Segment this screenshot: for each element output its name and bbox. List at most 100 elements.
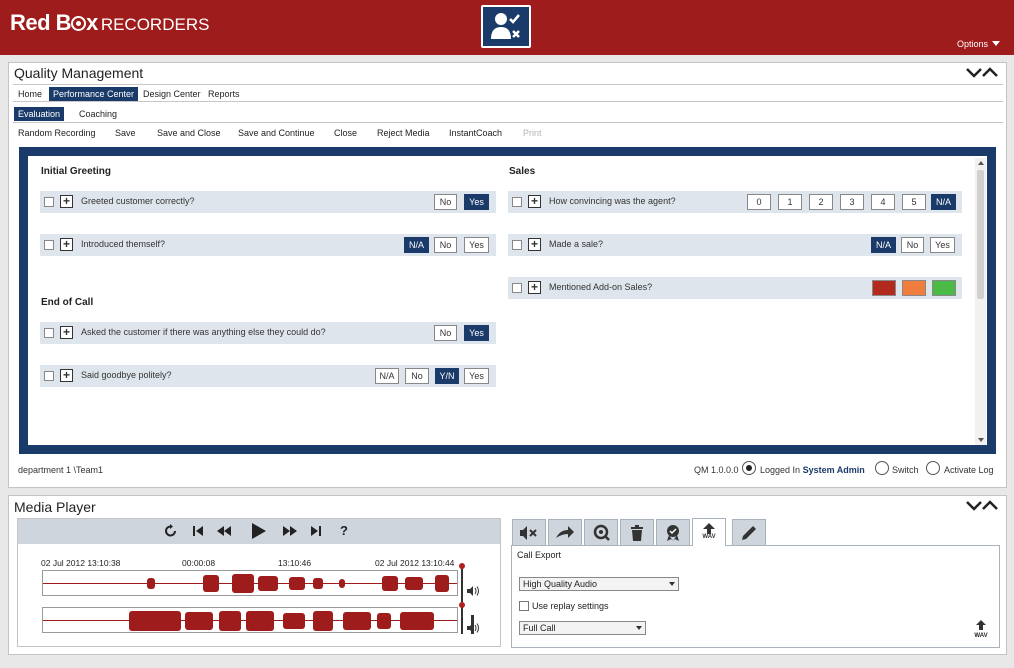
logged-in-status: Logged In System Admin [760,465,865,475]
replay-icon[interactable] [163,523,179,539]
wav-export-label: WAV [974,633,988,639]
rating-5-button[interactable]: 5 [902,194,926,210]
upload-arrow-icon [703,523,715,534]
question-checkbox[interactable] [44,197,54,207]
question-checkbox[interactable] [512,283,522,293]
volume-icon[interactable] [466,622,480,634]
question-checkbox[interactable] [512,240,522,250]
expand-plus-icon[interactable]: + [60,326,73,339]
scroll-thumb[interactable] [977,170,984,299]
answer-yes-button[interactable]: Yes [464,194,489,210]
audio-settings-icon[interactable] [512,519,546,545]
switch-radio[interactable] [875,461,889,475]
answer-yes-button[interactable]: Yes [930,237,955,253]
expand-plus-icon[interactable]: + [60,369,73,382]
close-button[interactable]: Close [334,128,357,138]
fast-forward-icon[interactable] [282,523,298,539]
tab-evaluation[interactable]: Evaluation [14,107,65,121]
nav-home[interactable]: Home [14,87,46,101]
evaluation-form: Initial Greeting Sales End of Call + Gre… [19,147,996,454]
playhead-channel-2[interactable] [461,604,463,634]
playhead-marker[interactable] [459,602,465,608]
search-icon[interactable] [584,519,618,545]
rating-orange-button[interactable] [902,280,926,296]
wav-tab-label: WAV [702,534,716,540]
scroll-up-icon[interactable] [978,161,984,165]
edit-icon[interactable] [732,519,766,545]
forward-icon[interactable] [548,519,582,545]
waveform-channel-2[interactable] [42,607,458,633]
scroll-down-icon[interactable] [978,438,984,442]
expand-plus-icon[interactable]: + [60,195,73,208]
rating-1-button[interactable]: 1 [778,194,802,210]
call-range-select[interactable]: Full Call [519,621,646,635]
logo-o-mark [71,16,87,31]
delete-icon[interactable] [620,519,654,545]
question-checkbox[interactable] [44,328,54,338]
section-sales: Sales [509,166,536,177]
answer-no-button[interactable]: No [434,325,457,341]
rating-2-button[interactable]: 2 [809,194,833,210]
question-checkbox[interactable] [512,197,522,207]
save-button[interactable]: Save [115,128,136,138]
answer-na-button[interactable]: N/A [871,237,896,253]
collapse-toggle-icon[interactable] [966,498,998,512]
form-scrollbar[interactable] [975,158,986,445]
rewind-icon[interactable] [216,523,232,539]
rating-na-button[interactable]: N/A [931,194,956,210]
version-label: QM 1.0.0.0 [694,465,739,475]
playhead-marker[interactable] [459,563,465,569]
award-icon[interactable] [656,519,690,545]
save-and-continue-button[interactable]: Save and Continue [238,128,315,138]
expand-plus-icon[interactable]: + [528,195,541,208]
options-label: Options [956,39,988,49]
question-checkbox[interactable] [44,240,54,250]
audio-quality-select[interactable]: High Quality Audio [519,577,679,591]
save-and-close-button[interactable]: Save and Close [157,128,221,138]
answer-no-button[interactable]: No [434,194,457,210]
wav-export-button[interactable]: WAV [971,619,991,641]
logged-in-radio[interactable] [742,461,756,475]
expand-plus-icon[interactable]: + [528,281,541,294]
skip-start-icon[interactable] [190,523,206,539]
rating-4-button[interactable]: 4 [871,194,895,210]
help-icon[interactable]: ? [336,523,352,539]
answer-no-button[interactable]: No [405,368,429,384]
waveform-channel-1[interactable] [42,570,458,596]
answer-yn-button[interactable]: Y/N [435,368,459,384]
nav-performance-center[interactable]: Performance Center [49,87,139,101]
nav-reports[interactable]: Reports [204,87,244,101]
random-recording-button[interactable]: Random Recording [18,128,96,138]
answer-na-button[interactable]: N/A [404,237,429,253]
question-checkbox[interactable] [44,371,54,381]
answer-na-button[interactable]: N/A [375,368,399,384]
question-text: Asked the customer if there was anything… [81,327,326,337]
rating-green-button[interactable] [932,280,956,296]
activate-log-radio[interactable] [926,461,940,475]
answer-yes-button[interactable]: Yes [464,368,489,384]
answer-no-button[interactable]: No [901,237,924,253]
use-replay-settings-checkbox[interactable] [519,601,529,611]
expand-plus-icon[interactable]: + [528,238,541,251]
section-initial-greeting: Initial Greeting [41,166,112,177]
rating-red-button[interactable] [872,280,896,296]
options-menu[interactable]: Options [957,39,1000,49]
playhead-channel-1[interactable] [461,565,463,605]
expand-plus-icon[interactable]: + [60,238,73,251]
tab-coaching[interactable]: Coaching [75,107,121,121]
audio-quality-value: High Quality Audio [523,579,598,589]
play-icon[interactable] [248,521,268,541]
answer-no-button[interactable]: No [434,237,457,253]
rating-3-button[interactable]: 3 [840,194,864,210]
wav-export-tab[interactable]: WAV [692,518,726,546]
instantcoach-button[interactable]: InstantCoach [449,128,502,138]
nav-design-center[interactable]: Design Center [139,87,205,101]
answer-yes-button[interactable]: Yes [464,325,489,341]
answer-yes-button[interactable]: Yes [464,237,489,253]
volume-icon[interactable] [466,585,480,597]
collapse-toggle-icon[interactable] [966,65,998,79]
skip-end-icon[interactable] [308,523,324,539]
rating-0-button[interactable]: 0 [747,194,771,210]
reject-media-button[interactable]: Reject Media [377,128,430,138]
user-evaluate-icon[interactable] [481,5,531,48]
